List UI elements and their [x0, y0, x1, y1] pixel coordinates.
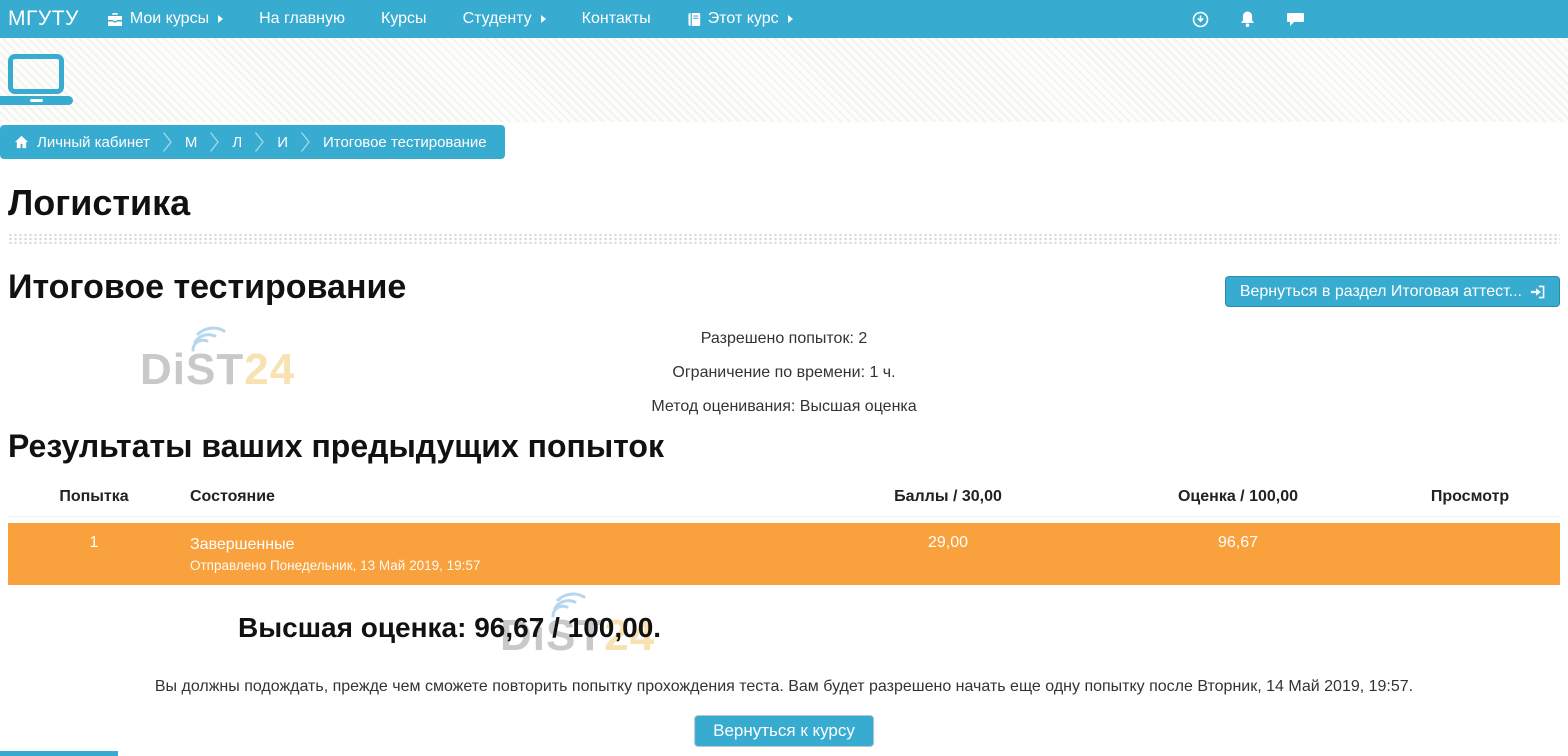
home-icon	[14, 135, 29, 149]
return-to-section-button[interactable]: Вернуться в раздел Итоговая аттест...	[1225, 276, 1560, 307]
footer-accent-bar	[0, 751, 118, 756]
logo-strip	[0, 38, 1568, 122]
results-heading: Результаты ваших предыдущих попыток	[8, 428, 664, 465]
attempts-table: Попытка Состояние Баллы / 30,00 Оценка /…	[8, 484, 1560, 585]
caret-right-icon	[218, 15, 223, 23]
highest-grade-summary: Высшая оценка: 96,67 / 100,00.	[238, 612, 661, 644]
book-icon	[687, 12, 701, 27]
attempt-row: 1 Завершенные Отправлено Понедельник, 13…	[8, 517, 1560, 585]
page-title: Логистика	[8, 182, 190, 224]
top-navbar: МГУТУ Мои курсы На главную Курсы Студент…	[0, 0, 1568, 38]
briefcase-icon	[107, 12, 123, 27]
nav-label: Этот курс	[708, 10, 779, 28]
nav-this-course[interactable]: Этот курс	[687, 10, 793, 28]
chat-icon[interactable]	[1286, 11, 1305, 28]
col-attempt: Попытка	[8, 484, 180, 517]
nav-label: Курсы	[381, 10, 427, 28]
chevron-right-icon	[300, 131, 311, 153]
quiz-page: МГУТУ Мои курсы На главную Курсы Студент…	[0, 0, 1568, 756]
wait-message: Вы должны подождать, прежде чем сможете …	[0, 678, 1568, 696]
attempt-review	[1380, 517, 1560, 585]
attempt-state: Завершенные Отправлено Понедельник, 13 М…	[180, 517, 800, 585]
breadcrumb-l[interactable]: Л	[232, 134, 242, 151]
brand-logo[interactable]: МГУТУ	[8, 7, 79, 31]
chevron-right-icon	[162, 131, 173, 153]
nav-courses[interactable]: Курсы	[381, 10, 427, 28]
laptop-logo-icon[interactable]	[0, 54, 80, 105]
nav-student[interactable]: Студенту	[463, 10, 546, 28]
breadcrumb-dashboard[interactable]: Личный кабинет	[14, 134, 150, 151]
navbar-right-icons	[1192, 0, 1305, 38]
chevron-right-icon	[209, 131, 220, 153]
download-circle-icon[interactable]	[1192, 11, 1209, 28]
nav-label: Контакты	[582, 10, 651, 28]
breadcrumb-current[interactable]: Итоговое тестирование	[323, 134, 487, 151]
quiz-title: Итоговое тестирование	[8, 268, 406, 307]
attempts-allowed: Разрешено попыток: 2	[0, 322, 1568, 356]
sign-in-icon	[1530, 285, 1545, 299]
grading-method: Метод оценивания: Высшая оценка	[0, 390, 1568, 424]
nav-label: Мои курсы	[130, 10, 209, 28]
nav-contacts[interactable]: Контакты	[582, 10, 651, 28]
col-review: Просмотр	[1380, 484, 1560, 517]
quiz-info: Разрешено попыток: 2 Ограничение по врем…	[0, 322, 1568, 424]
caret-right-icon	[788, 15, 793, 23]
caret-right-icon	[541, 15, 546, 23]
breadcrumb-m[interactable]: М	[185, 134, 198, 151]
attempt-marks: 29,00	[800, 517, 1096, 585]
nav-label: На главную	[259, 10, 345, 28]
nav-home[interactable]: На главную	[259, 10, 345, 28]
dotted-separator	[8, 233, 1560, 244]
attempt-submitted-date: Отправлено Понедельник, 13 Май 2019, 19:…	[190, 556, 800, 576]
nav-label: Студенту	[463, 10, 532, 28]
breadcrumb: Личный кабинет М Л И Итоговое тестирован…	[0, 125, 505, 159]
col-marks: Баллы / 30,00	[800, 484, 1096, 517]
return-to-course-button[interactable]: Вернуться к курсу	[694, 715, 874, 747]
time-limit: Ограничение по времени: 1 ч.	[0, 356, 1568, 390]
attempt-grade: 96,67	[1096, 517, 1380, 585]
nav-my-courses[interactable]: Мои курсы	[107, 10, 223, 28]
bell-icon[interactable]	[1239, 10, 1256, 28]
table-header-row: Попытка Состояние Баллы / 30,00 Оценка /…	[8, 484, 1560, 517]
breadcrumb-i[interactable]: И	[277, 134, 288, 151]
attempt-number: 1	[8, 517, 180, 585]
col-grade: Оценка / 100,00	[1096, 484, 1380, 517]
chevron-right-icon	[254, 131, 265, 153]
col-state: Состояние	[180, 484, 800, 517]
